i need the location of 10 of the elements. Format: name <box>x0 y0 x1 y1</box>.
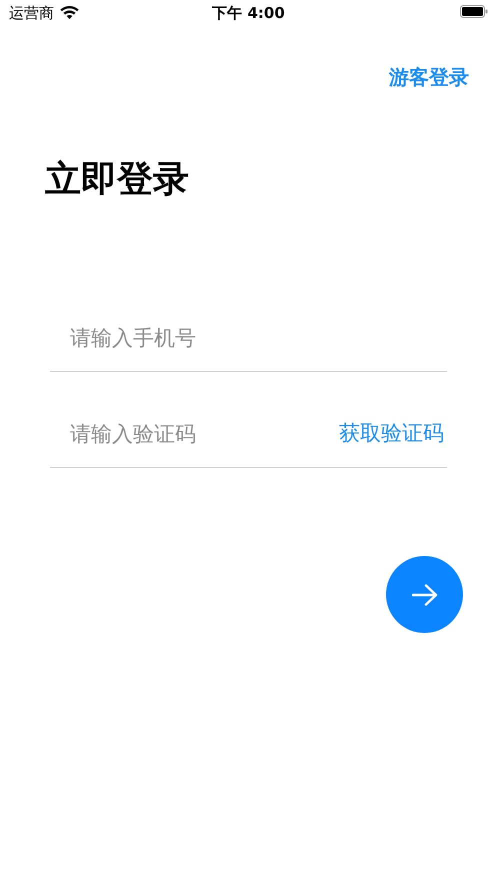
carrier-name: 运营商 <box>9 4 54 22</box>
battery-icon <box>460 5 488 18</box>
arrow-right-icon <box>412 584 438 606</box>
code-input[interactable]: 请输入验证码 <box>50 419 339 451</box>
phone-input[interactable]: 请输入手机号 <box>50 323 447 355</box>
get-code-link[interactable]: 获取验证码 <box>339 419 444 451</box>
page-title: 立即登录 <box>45 158 190 202</box>
wifi-icon <box>60 6 79 20</box>
status-time: 下午 4:00 <box>212 4 285 22</box>
guest-login-link[interactable]: 游客登录 <box>389 64 469 91</box>
